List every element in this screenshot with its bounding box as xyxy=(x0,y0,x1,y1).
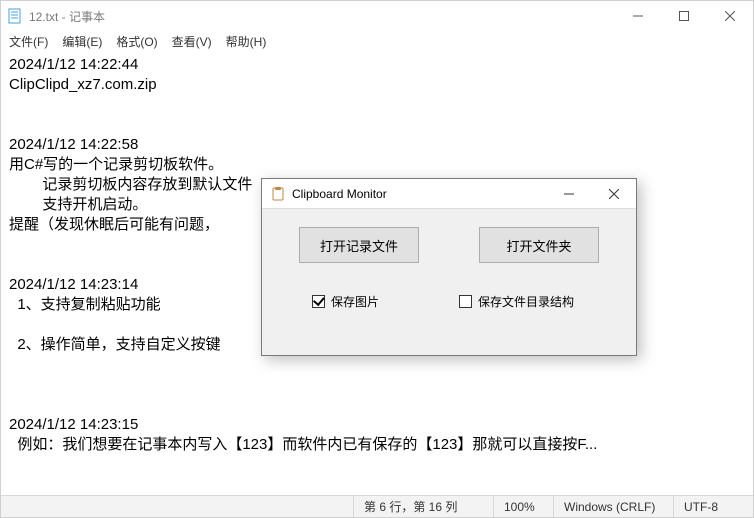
menu-view[interactable]: 查看(V) xyxy=(172,33,212,50)
notepad-menubar: 文件(F) 编辑(E) 格式(O) 查看(V) 帮助(H) xyxy=(1,31,753,51)
save-image-checkbox[interactable]: 保存图片 xyxy=(312,293,379,310)
status-eol: Windows (CRLF) xyxy=(553,496,673,517)
dialog-title: Clipboard Monitor xyxy=(292,187,387,201)
status-encoding: UTF-8 xyxy=(673,496,753,517)
close-button[interactable] xyxy=(707,1,753,31)
menu-format[interactable]: 格式(O) xyxy=(116,33,157,50)
menu-file[interactable]: 文件(F) xyxy=(9,33,48,50)
notepad-window-controls xyxy=(615,1,753,31)
status-caret-pos: 第 6 行，第 16 列 xyxy=(353,496,493,517)
save-dir-tree-checkbox[interactable]: 保存文件目录结构 xyxy=(459,293,574,310)
notepad-statusbar: 第 6 行，第 16 列 100% Windows (CRLF) UTF-8 xyxy=(1,495,753,517)
checkbox-box xyxy=(459,295,472,308)
notepad-title: 12.txt - 记事本 xyxy=(29,8,105,25)
app-icon xyxy=(270,186,286,202)
open-log-file-button[interactable]: 打开记录文件 xyxy=(299,227,419,263)
status-zoom: 100% xyxy=(493,496,553,517)
dialog-body: 打开记录文件 打开文件夹 保存图片 保存文件目录结构 xyxy=(262,209,636,310)
dialog-close-button[interactable] xyxy=(591,179,636,208)
dialog-window-controls xyxy=(546,179,636,208)
save-image-label: 保存图片 xyxy=(331,293,379,310)
open-folder-button[interactable]: 打开文件夹 xyxy=(479,227,599,263)
menu-edit[interactable]: 编辑(E) xyxy=(62,33,102,50)
clipboard-monitor-dialog: Clipboard Monitor 打开记录文件 打开文件夹 保存图片 保存文件… xyxy=(261,178,637,356)
notepad-icon xyxy=(7,8,23,24)
dialog-titlebar[interactable]: Clipboard Monitor xyxy=(262,179,636,209)
checkbox-box xyxy=(312,295,325,308)
notepad-titlebar: 12.txt - 记事本 xyxy=(1,1,753,31)
maximize-button[interactable] xyxy=(661,1,707,31)
minimize-button[interactable] xyxy=(615,1,661,31)
save-dir-tree-label: 保存文件目录结构 xyxy=(478,293,574,310)
menu-help[interactable]: 帮助(H) xyxy=(226,33,267,50)
dialog-minimize-button[interactable] xyxy=(546,179,591,208)
